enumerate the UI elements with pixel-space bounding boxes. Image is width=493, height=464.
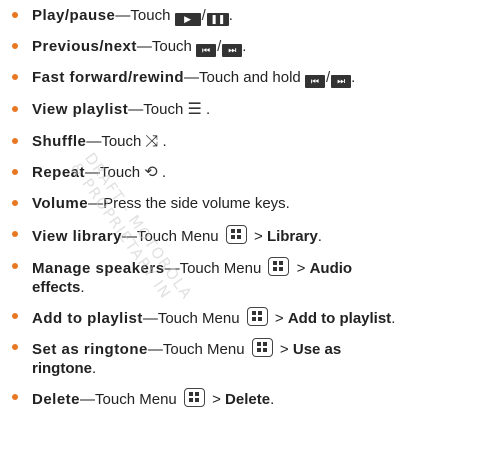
bullet-icon: [12, 106, 18, 112]
repeat-icon: ⟲: [144, 164, 158, 181]
rewind-icon: ⏮: [304, 75, 325, 88]
term-label: Add to playlist: [32, 310, 143, 327]
term-label: Repeat: [32, 164, 86, 181]
term-label: Set as ringtone: [32, 341, 148, 358]
bullet-icon: [12, 138, 18, 144]
list-item-fast-forward-rewind: Fast forward/rewind—Touch and hold ⏮ / ⏭.: [12, 68, 488, 88]
play-icon: ▶: [174, 13, 201, 26]
list-item-repeat: Repeat—Touch ⟲ .: [12, 163, 488, 182]
list-item-volume: Volume—Press the side volume keys.: [12, 194, 488, 213]
shuffle-icon: ⤨: [145, 133, 159, 150]
term-label: Manage speakers: [32, 260, 165, 277]
bullet-icon: [12, 263, 18, 269]
term-label: Delete: [32, 391, 81, 408]
menu-key-icon: [225, 225, 247, 244]
bullet-icon: [12, 200, 18, 206]
term-label: Play/pause: [32, 7, 116, 24]
previous-track-icon: ⏮: [196, 44, 217, 57]
menu-key-icon: [268, 257, 290, 276]
bullet-icon: [12, 394, 18, 400]
bullet-icon: [12, 169, 18, 175]
menu-key-icon: [183, 388, 205, 407]
term-label: View playlist: [32, 101, 129, 118]
list-item-manage-speakers: Manage speakers—Touch Menu > Audio effec…: [12, 257, 488, 297]
list-item-view-library: View library—Touch Menu > Library.: [12, 225, 488, 246]
next-track-icon: ⏭: [222, 44, 243, 57]
bullet-icon: [12, 313, 18, 319]
term-label: Fast forward/rewind: [32, 69, 185, 86]
bullet-icon: [12, 74, 18, 80]
list-item-add-to-playlist: Add to playlist—Touch Menu > Add to play…: [12, 307, 488, 328]
bullet-icon: [12, 12, 18, 18]
list-item-delete: Delete—Touch Menu > Delete.: [12, 388, 488, 409]
bullet-icon: [12, 344, 18, 350]
list-item-play-pause: Play/pause—Touch ▶ / ❚❚.: [12, 6, 488, 26]
bullet-icon: [12, 43, 18, 49]
fast-forward-icon: ⏭: [331, 75, 352, 88]
list-item-view-playlist: View playlist—Touch ☰ .: [12, 100, 488, 119]
playlist-icon: ☰: [187, 101, 202, 118]
list-item-previous-next: Previous/next—Touch ⏮ / ⏭.: [12, 37, 488, 57]
term-label: Previous/next: [32, 38, 137, 55]
term-label: View library: [32, 228, 122, 245]
pause-icon: ❚❚: [206, 13, 229, 26]
list-item-shuffle: Shuffle—Touch ⤨ .: [12, 132, 488, 151]
menu-key-icon: [251, 338, 273, 357]
term-label: Shuffle: [32, 133, 87, 150]
bullet-icon: [12, 231, 18, 237]
menu-key-icon: [246, 307, 268, 326]
term-label: Volume: [32, 195, 89, 212]
list-item-set-as-ringtone: Set as ringtone—Touch Menu > Use as ring…: [12, 338, 488, 378]
